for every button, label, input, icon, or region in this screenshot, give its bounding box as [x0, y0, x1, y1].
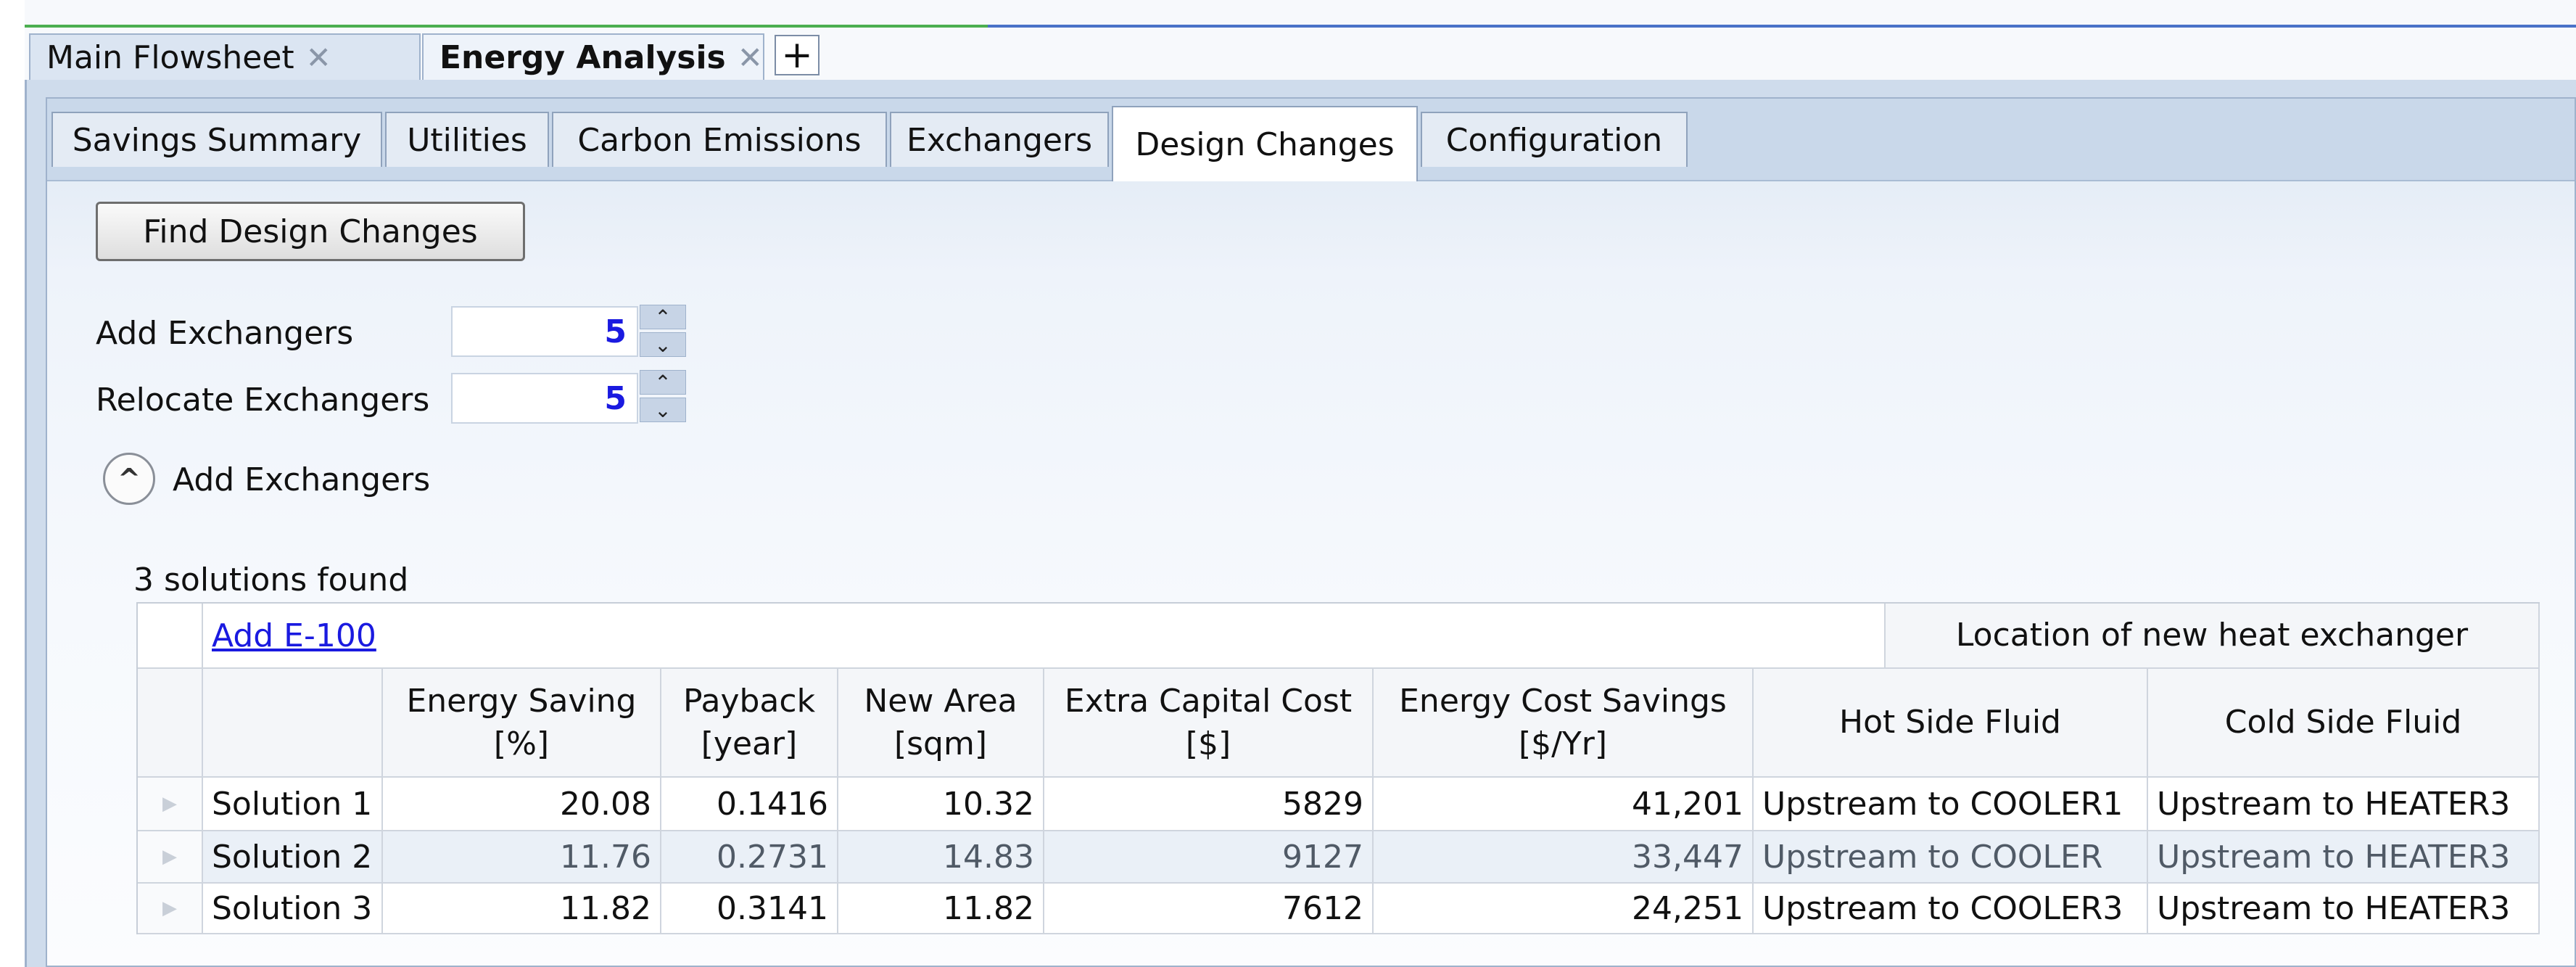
energy-saving-value[interactable]: 20.08	[383, 778, 661, 831]
chevron-up-icon: ^	[117, 463, 141, 495]
new-area-value[interactable]: 14.83	[838, 831, 1044, 884]
new-area-value[interactable]: 10.32	[838, 778, 1044, 831]
relocate-exchangers-decrement-button[interactable]: ⌄	[640, 398, 686, 422]
solution-name[interactable]: Solution 2	[203, 831, 383, 884]
column-title: Payback	[682, 682, 816, 720]
relocate-exchangers-input[interactable]	[451, 373, 638, 424]
capital-cost-value[interactable]: 7612	[1044, 884, 1374, 934]
cold-side-value[interactable]: Upstream to HEATER3	[2148, 884, 2540, 934]
chevron-down-icon: ⌄	[654, 332, 672, 357]
cost-savings-value[interactable]: 41,201	[1374, 778, 1754, 831]
energy-saving-value[interactable]: 11.82	[383, 884, 661, 934]
tab-carbon-emissions[interactable]: Carbon Emissions	[552, 112, 887, 167]
relocate-exchangers-increment-button[interactable]: ⌃	[640, 370, 686, 395]
link-header-cell: Add E-100	[203, 604, 1886, 669]
energy-saving-value[interactable]: 11.76	[383, 831, 661, 884]
solutions-count: 3 solutions found	[133, 561, 409, 598]
column-title: Hot Side Fluid	[1839, 704, 2061, 741]
find-design-changes-button[interactable]: Find Design Changes	[96, 202, 525, 261]
hot-side-value[interactable]: Upstream to COOLER	[1754, 831, 2148, 884]
column-header-cold-side-fluid[interactable]: Cold Side Fluid	[2148, 669, 2540, 778]
column-header-payback[interactable]: Payback [year]	[661, 669, 838, 778]
row-indicator-header	[138, 669, 203, 778]
tab-label: Main Flowsheet	[46, 38, 294, 76]
cost-savings-value[interactable]: 33,447	[1374, 831, 1754, 884]
column-header-energy-cost-savings[interactable]: Energy Cost Savings [$/Yr]	[1374, 669, 1754, 778]
column-title: New Area	[864, 682, 1017, 720]
subtab-strip: Savings Summary Utilities Carbon Emissio…	[47, 99, 2575, 181]
chevron-down-icon: ⌄	[654, 398, 672, 422]
tab-configuration[interactable]: Configuration	[1421, 112, 1688, 167]
tab-energy-analysis[interactable]: Energy Analysis ✕	[422, 33, 764, 80]
column-header-hot-side-fluid[interactable]: Hot Side Fluid	[1754, 669, 2148, 778]
row-indicator[interactable]: ▶	[138, 831, 203, 884]
solution-name[interactable]: Solution 3	[203, 884, 383, 934]
plus-icon: +	[781, 33, 813, 77]
cold-side-value[interactable]: Upstream to HEATER3	[2148, 831, 2540, 884]
group-header: Location of new heat exchanger	[1886, 604, 2540, 669]
payback-value[interactable]: 0.1416	[661, 778, 838, 831]
column-unit: [year]	[701, 725, 798, 762]
tab-design-changes[interactable]: Design Changes	[1112, 106, 1418, 181]
relocate-exchangers-label: Relocate Exchangers	[96, 382, 430, 419]
capital-cost-value[interactable]: 5829	[1044, 778, 1374, 831]
tab-utilities[interactable]: Utilities	[385, 112, 549, 167]
cold-side-value[interactable]: Upstream to HEATER3	[2148, 778, 2540, 831]
new-tab-button[interactable]: +	[775, 35, 820, 75]
close-icon[interactable]: ✕	[306, 40, 331, 75]
row-indicator[interactable]: ▶	[138, 884, 203, 934]
column-title: Energy Cost Savings	[1399, 682, 1727, 720]
close-icon[interactable]: ✕	[738, 40, 763, 75]
column-unit: [$/Yr]	[1518, 725, 1608, 762]
column-unit: [$]	[1185, 725, 1231, 762]
column-title: Extra Capital Cost	[1064, 682, 1353, 720]
add-exchangers-decrement-button[interactable]: ⌄	[640, 332, 686, 357]
add-exchangers-input[interactable]	[451, 306, 638, 357]
accent-line-blue	[988, 25, 2576, 28]
new-area-value[interactable]: 11.82	[838, 884, 1044, 934]
tab-savings-summary[interactable]: Savings Summary	[51, 112, 382, 167]
add-exchangers-label: Add Exchangers	[96, 315, 354, 352]
chevron-up-icon: ⌃	[654, 305, 672, 329]
row-indicator[interactable]: ▶	[138, 778, 203, 831]
tab-main-flowsheet[interactable]: Main Flowsheet ✕	[29, 33, 421, 80]
solution-name[interactable]: Solution 1	[203, 778, 383, 831]
name-column-header[interactable]	[203, 669, 383, 778]
tab-exchangers[interactable]: Exchangers	[890, 112, 1109, 167]
grid-corner	[138, 604, 203, 669]
column-unit: [%]	[493, 725, 550, 762]
cost-savings-value[interactable]: 24,251	[1374, 884, 1754, 934]
column-header-energy-saving[interactable]: Energy Saving [%]	[383, 669, 661, 778]
tab-label: Energy Analysis	[439, 38, 726, 76]
column-title: Energy Saving	[406, 682, 637, 720]
section-title: Add Exchangers	[173, 461, 431, 498]
solutions-grid: Add E-100 Location of new heat exchanger…	[136, 602, 2540, 934]
collapse-section-button[interactable]: ^	[103, 453, 155, 505]
column-unit: [sqm]	[893, 725, 988, 762]
add-exchangers-increment-button[interactable]: ⌃	[640, 305, 686, 329]
column-header-extra-capital-cost[interactable]: Extra Capital Cost [$]	[1044, 669, 1374, 778]
payback-value[interactable]: 0.3141	[661, 884, 838, 934]
column-title: Cold Side Fluid	[2224, 704, 2462, 741]
hot-side-value[interactable]: Upstream to COOLER1	[1754, 778, 2148, 831]
capital-cost-value[interactable]: 9127	[1044, 831, 1374, 884]
add-e100-link[interactable]: Add E-100	[212, 617, 376, 654]
chevron-up-icon: ⌃	[654, 370, 672, 395]
accent-line-green	[25, 25, 988, 28]
column-header-new-area[interactable]: New Area [sqm]	[838, 669, 1044, 778]
hot-side-value[interactable]: Upstream to COOLER3	[1754, 884, 2148, 934]
payback-value[interactable]: 0.2731	[661, 831, 838, 884]
